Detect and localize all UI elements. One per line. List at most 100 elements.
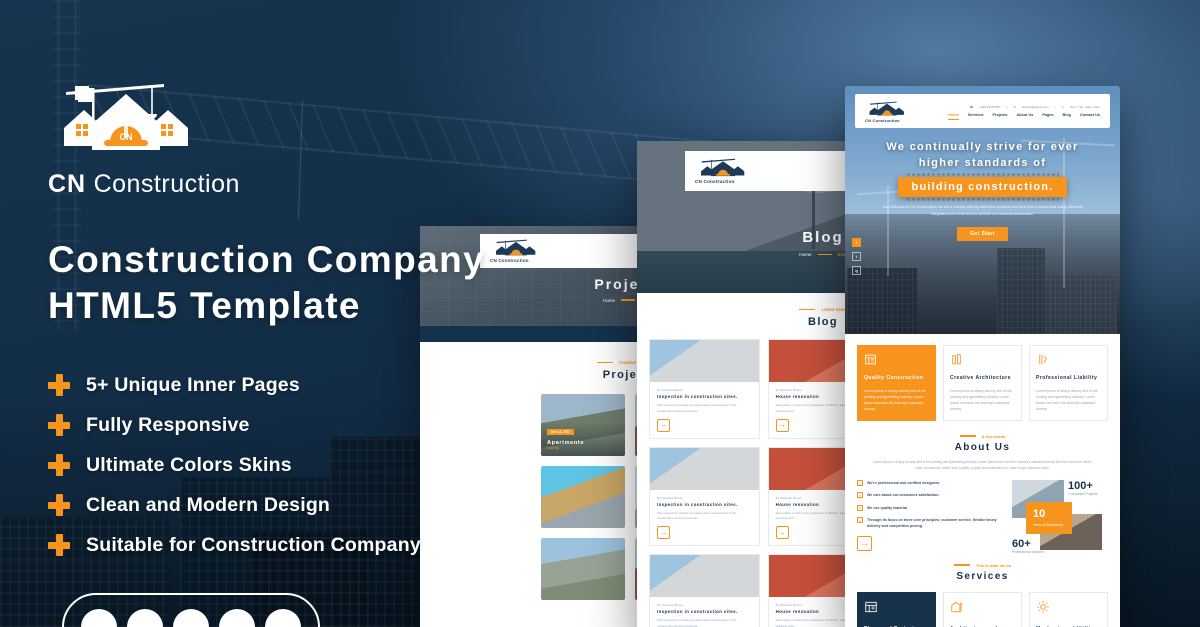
phone-icon: ☎ — [969, 105, 974, 109]
mockup-home-page[interactable]: CN Construction ☎ +234 93-85-507 | ✉ sup… — [845, 86, 1120, 627]
breadcrumb-home[interactable]: Home — [799, 252, 811, 257]
mini-brand-logo[interactable]: CN Construction — [695, 157, 751, 185]
feature-card-text: Lorem Ipsum is simply dummy text of the … — [864, 388, 926, 412]
hero-line-1: We continually strive for ever — [886, 141, 1079, 153]
about-points-list: ✓ We're professional and certified design… — [857, 480, 1002, 529]
brand-short: CN — [48, 170, 87, 198]
nav-item-contact[interactable]: Contact Us — [1080, 113, 1100, 117]
feature-card-row: Quality Construction Lorem Ipsum is simp… — [845, 334, 1120, 421]
mini-navigation[interactable]: Home Services Projects About Us Pages Bl… — [948, 113, 1100, 120]
arrow-right-icon[interactable]: → — [657, 526, 670, 539]
service-card-mechanic-and-utility[interactable]: Mechanic and Utility Construction planni… — [1029, 591, 1108, 627]
kicker-dash-icon — [596, 361, 613, 364]
architecture-icon — [950, 601, 964, 618]
phone-number[interactable]: +234 93-85-507 — [979, 105, 1000, 109]
nav-item-blog[interactable]: Blog — [1063, 113, 1071, 117]
about-kicker-text: A few words — [981, 433, 1006, 439]
services-grid-row-1: Plans and Projects Construction planning… — [845, 591, 1120, 627]
about-paragraph: Lorem Ipsum is simply dummy text of the … — [872, 459, 1093, 470]
arrow-right-icon[interactable]: → — [775, 526, 789, 539]
about-point: ✓ We care about our customers satisfactio… — [857, 492, 940, 499]
breadcrumb-home[interactable]: Home — [603, 298, 615, 303]
feature-card-professional-liability[interactable]: Professional Liability Lorem Ipsum is si… — [1029, 345, 1108, 421]
clock-icon: ◷ — [1061, 105, 1065, 109]
about-arrow-right-icon[interactable]: → — [857, 535, 872, 551]
feature-card-creative-architecture[interactable]: Creative Architecture Lorem Ipsum is sim… — [943, 345, 1022, 421]
plus-icon — [48, 494, 70, 516]
about-stats-block: 100+ Completed Projects 10 Years of Expe… — [1012, 480, 1108, 554]
instagram-icon[interactable]: ig — [852, 266, 861, 275]
email-address[interactable]: support@gmail.com — [1022, 105, 1049, 109]
kicker-dash-icon — [953, 564, 970, 566]
office-hours: Sun - Thu : 9am - 6pm — [1070, 105, 1100, 109]
blog-post-card[interactable]: By Nicholas Brown Inspection in construc… — [649, 446, 760, 546]
browser-badge-icon — [127, 609, 163, 627]
feature-label: 5+ Unique Inner Pages — [86, 373, 300, 396]
post-meta: By Nicholas Brown — [657, 388, 683, 392]
check-icon: ✓ — [857, 480, 863, 487]
info-divider: | — [1054, 105, 1056, 109]
nav-item-pages[interactable]: Pages — [1042, 113, 1053, 117]
services-section: This is what we do Services Plans and Pr… — [845, 551, 1120, 627]
mini-brand-logo[interactable]: CN Construction — [865, 100, 909, 123]
stat-label: Years of Experience — [1033, 523, 1064, 528]
feature-card-title: Quality Construction — [864, 375, 924, 381]
mini-brand-text: CN Construction — [865, 117, 900, 123]
blueprint-icon — [864, 601, 878, 618]
stat-number: 10 — [1033, 508, 1046, 521]
blog-kicker-text: Latest news — [821, 307, 847, 312]
stat-professional-workers: 60+ Professional Workers — [1012, 538, 1044, 554]
twitter-icon[interactable]: t — [852, 252, 861, 261]
stat-number: 100+ — [1068, 480, 1093, 493]
nav-item-services[interactable]: Services — [968, 113, 984, 117]
feature-item: Ultimate Colors Skins — [48, 454, 568, 477]
about-title: About Us — [954, 441, 1011, 453]
blog-post-card[interactable]: By Nicholas Brown Inspection in construc… — [649, 339, 760, 439]
feature-item: 5+ Unique Inner Pages — [48, 374, 568, 397]
home-hero: CN Construction ☎ +234 93-85-507 | ✉ sup… — [845, 86, 1120, 334]
blog-post-card[interactable]: By Nicholas Brown Inspection in construc… — [649, 554, 760, 627]
nav-item-projects[interactable]: Projects — [992, 113, 1007, 117]
feature-label: Fully Responsive — [86, 413, 250, 436]
check-icon: ✓ — [857, 517, 863, 523]
post-thumbnail — [650, 555, 759, 597]
plus-icon — [48, 374, 70, 396]
service-card-plans-and-projects[interactable]: Plans and Projects Construction planning… — [857, 591, 936, 627]
nav-item-home[interactable]: Home — [948, 113, 959, 120]
mini-brand-text: CN Construction — [695, 179, 735, 185]
info-divider: | — [1006, 105, 1008, 109]
social-links-rail[interactable]: f t ig — [852, 238, 861, 275]
post-title[interactable]: Inspection in construction sites. — [657, 609, 752, 615]
hero-highlight-banner: building construction. — [897, 172, 1068, 201]
hero-paragraph: Your Welcome to CN Construction, we are … — [881, 204, 1084, 216]
feature-label: Ultimate Colors Skins — [86, 453, 292, 476]
section-kicker: A few words — [857, 434, 1108, 439]
post-title[interactable]: Inspection in construction sites. — [657, 502, 752, 508]
post-excerpt: Site inspectors provide an independent a… — [657, 510, 737, 521]
feature-label: Clean and Modern Design — [86, 493, 331, 516]
breadcrumb-separator-icon — [817, 253, 832, 256]
browser-badge-icon — [173, 609, 209, 627]
crane-house-hardhat-logo-icon: CN — [48, 80, 204, 166]
post-title[interactable]: Inspection in construction sites. — [657, 394, 752, 400]
feature-item: Clean and Modern Design — [48, 494, 568, 517]
get-start-button[interactable]: Get Start — [957, 226, 1008, 241]
about-point: ✓ We're professional and certified design… — [857, 480, 941, 487]
breadcrumb[interactable]: Home Blog — [799, 252, 846, 257]
facebook-icon[interactable]: f — [852, 238, 861, 247]
pillar-icon — [950, 353, 963, 370]
hero-headline: We continually strive for ever higher st… — [886, 140, 1078, 172]
blueprint-icon — [864, 353, 877, 370]
service-card-architecture-and-building[interactable]: Architecture and Building Construction p… — [943, 591, 1022, 627]
about-point: ✓ We use quality material. — [857, 504, 908, 511]
plus-icon — [48, 534, 70, 556]
feature-card-quality-construction[interactable]: Quality Construction Lorem Ipsum is simp… — [857, 345, 936, 421]
arrow-right-icon[interactable]: → — [775, 418, 789, 432]
kicker-dash-icon — [799, 308, 816, 311]
feature-item: Fully Responsive — [48, 414, 568, 437]
nav-item-about[interactable]: About Us — [1016, 113, 1033, 117]
browser-badge-icon — [265, 609, 301, 627]
about-section: A few words About Us Lorem Ipsum is simp… — [845, 421, 1120, 554]
arrow-right-icon[interactable]: → — [657, 418, 670, 432]
post-meta: By Nicholas Brown — [657, 495, 683, 500]
